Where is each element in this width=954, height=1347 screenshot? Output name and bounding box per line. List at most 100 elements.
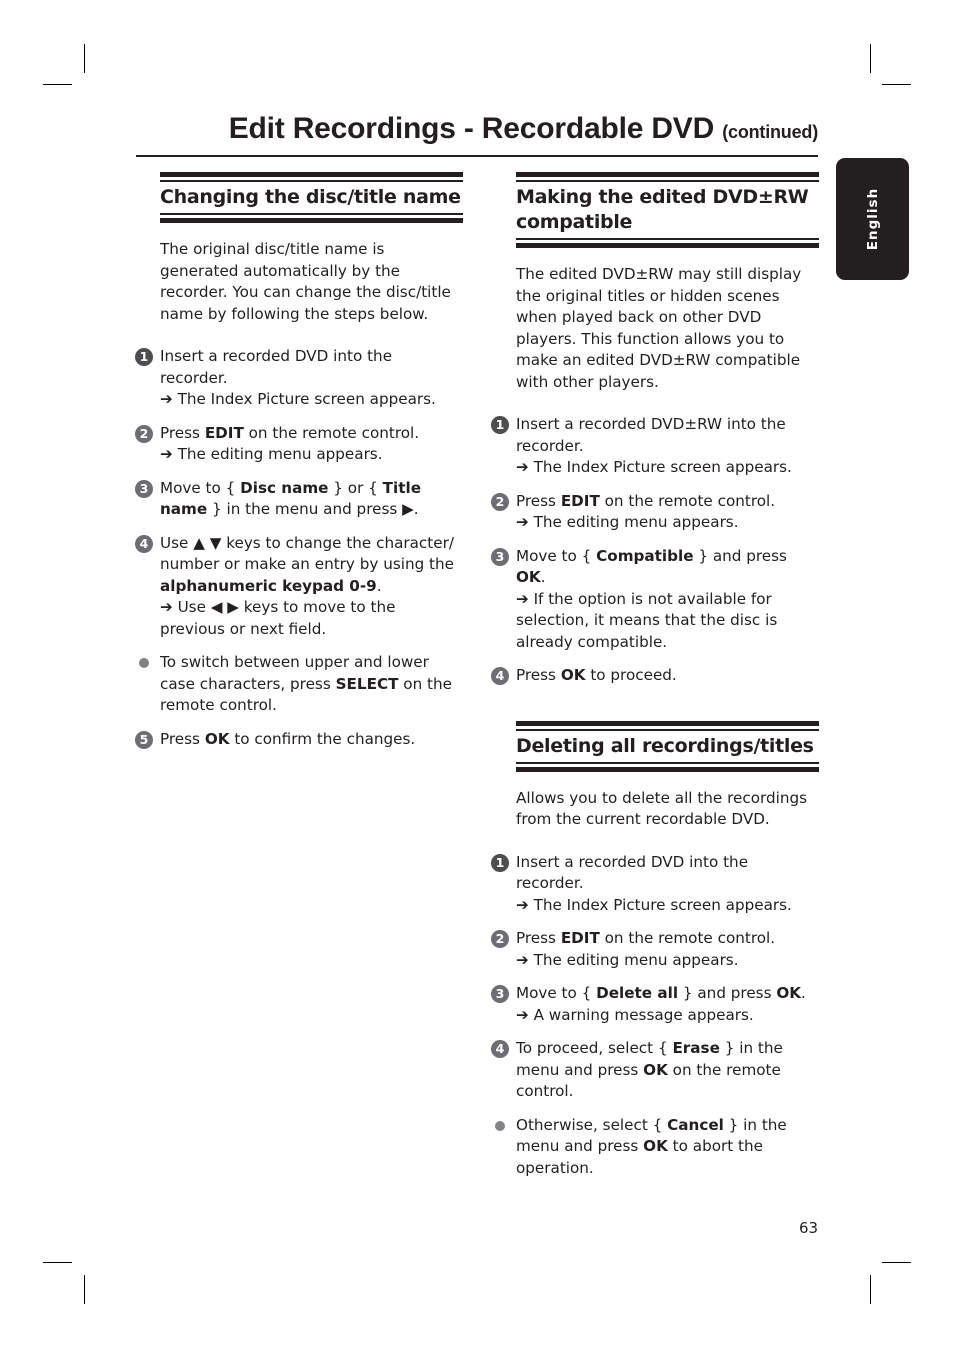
step-text-run: . bbox=[801, 984, 806, 1002]
section-rule-bottom bbox=[160, 218, 463, 223]
step-number-icon: 4 bbox=[135, 534, 153, 553]
section-rule-bottom bbox=[516, 243, 819, 248]
step-keyword: Delete all bbox=[596, 984, 679, 1002]
step-item: 1 Insert a recorded DVD into the recorder… bbox=[135, 346, 463, 411]
section-rule-top bbox=[516, 720, 819, 726]
left-column: Changing the disc/title name The original… bbox=[135, 172, 463, 751]
title-divider bbox=[136, 155, 818, 157]
step-item: 4 Use ▲ ▼ keys to change the character/ n… bbox=[135, 533, 463, 641]
step-text-run: on the remote control. bbox=[599, 929, 776, 947]
section-title: Deleting all recordings/titles bbox=[516, 734, 814, 757]
step-text: Press EDIT on the remote control. bbox=[516, 929, 775, 947]
step-result-text: The editing menu appears. bbox=[533, 513, 739, 531]
page-title: Edit Recordings - Recordable DVD (contin… bbox=[136, 112, 818, 146]
crop-mark bbox=[84, 44, 85, 73]
step-number-icon: 3 bbox=[491, 547, 509, 566]
step-text-run: Press bbox=[516, 929, 561, 947]
result-arrow-icon: ➔ bbox=[516, 1005, 529, 1024]
bullet-icon bbox=[139, 658, 149, 668]
step-text: Move to { Compatible } and press OK. bbox=[516, 547, 787, 587]
step-text: Insert a recorded DVD±RW into the record… bbox=[516, 415, 786, 455]
bullet-icon bbox=[495, 1120, 505, 1131]
step-keyword: OK bbox=[776, 984, 802, 1002]
language-tab: English bbox=[836, 158, 909, 280]
step-result: ➔ The Index Picture screen appears. bbox=[516, 895, 819, 917]
step-item: 1 Insert a recorded DVD±RW into the recor… bbox=[491, 414, 819, 479]
step-result: ➔ If the option is not available for sel… bbox=[516, 589, 819, 654]
step-text-run: Move to { bbox=[516, 984, 597, 1002]
section-rule-top bbox=[160, 172, 463, 177]
step-text: Otherwise, select { Cancel } in the menu… bbox=[516, 1116, 787, 1177]
step-keyword: EDIT bbox=[560, 929, 600, 947]
step-item: 3 Move to { Compatible } and press OK. ➔ I… bbox=[491, 546, 819, 654]
step-keyword: OK bbox=[560, 666, 586, 684]
section-title: Changing the disc/title name bbox=[160, 186, 461, 208]
result-arrow-icon: ➔ bbox=[516, 513, 529, 531]
section-header: Deleting all recordings/titles bbox=[516, 720, 819, 772]
crop-mark bbox=[84, 1275, 85, 1304]
section: Making the edited DVD±RW compatible The e… bbox=[491, 172, 819, 687]
step-keyword: alphanumeric keypad 0-9 bbox=[160, 576, 377, 595]
step-text-run: on the remote control. bbox=[599, 491, 776, 510]
result-arrow-icon: ➔ bbox=[516, 589, 529, 608]
step-result: ➔ The Index Picture screen appears. bbox=[160, 389, 463, 411]
page-title-suffix: (continued) bbox=[722, 122, 818, 142]
step-item: 2 Press EDIT on the remote control. ➔ The … bbox=[491, 491, 819, 534]
section-rule-bottom-thin bbox=[160, 213, 463, 215]
section-rule-bottom bbox=[516, 766, 819, 772]
step-keyword: EDIT bbox=[204, 423, 244, 442]
step-number-icon: 4 bbox=[491, 667, 509, 685]
section-rule-top bbox=[516, 172, 819, 177]
result-arrow-icon: ➔ bbox=[516, 895, 529, 914]
bullet-note: Otherwise, select { Cancel } in the menu… bbox=[495, 1115, 819, 1180]
section-header: Changing the disc/title name bbox=[160, 172, 463, 223]
step-text-run: to confirm the changes. bbox=[229, 729, 416, 748]
step-text: Move to { Disc name } or { Title name } … bbox=[160, 479, 421, 519]
step-text-run: Insert a recorded DVD into the recorder. bbox=[516, 852, 749, 893]
section-rule-bottom-thin bbox=[516, 238, 819, 240]
step-item: 4 To proceed, select { Erase } in the men… bbox=[491, 1038, 819, 1103]
step-text-run: Insert a recorded DVD±RW into the record… bbox=[516, 415, 786, 455]
step-text: Press EDIT on the remote control. bbox=[516, 492, 775, 510]
step-result: ➔ The editing menu appears. bbox=[516, 950, 819, 972]
step-text-run: . bbox=[540, 568, 546, 586]
step-result: ➔ Use ◀ ▶ keys to move to the previous o… bbox=[160, 597, 463, 640]
step-item: 5 Press OK to confirm the changes. bbox=[135, 729, 463, 751]
step-number-icon: 2 bbox=[491, 930, 509, 948]
section: Deleting all recordings/titles Allows you… bbox=[491, 720, 819, 1180]
step-text-run: Press bbox=[516, 666, 561, 684]
crop-mark bbox=[870, 1275, 871, 1304]
step-result-text: If the option is not available for selec… bbox=[516, 589, 778, 651]
bullet-note: To switch between upper and lower case c… bbox=[139, 652, 463, 717]
step-keyword: OK bbox=[643, 1060, 668, 1079]
step-result: ➔ The Index Picture screen appears. bbox=[516, 457, 819, 479]
step-item: 4 Press OK to proceed. bbox=[491, 665, 819, 687]
section-intro: Allows you to delete all the recordings … bbox=[516, 788, 808, 829]
step-text-run: } and press bbox=[678, 984, 777, 1002]
right-column: Making the edited DVD±RW compatible The e… bbox=[491, 172, 819, 1180]
crop-mark bbox=[870, 44, 871, 73]
step-result: ➔ A warning message appears. bbox=[516, 1005, 819, 1027]
step-number-icon: 1 bbox=[491, 416, 509, 434]
step-item: 2 Press EDIT on the remote control. ➔ The … bbox=[491, 928, 819, 972]
step-result-text: The editing menu appears. bbox=[533, 950, 739, 969]
step-number-icon: 4 bbox=[491, 1040, 509, 1058]
section-intro: The edited DVD±RW may still display the … bbox=[516, 265, 802, 391]
result-arrow-icon: ➔ bbox=[516, 950, 529, 969]
language-tab-label: English bbox=[864, 187, 881, 251]
step-item: 3 Move to { Disc name } or { Title name }… bbox=[135, 478, 463, 521]
step-result: ➔ The editing menu appears. bbox=[516, 512, 819, 534]
step-text-run: Press bbox=[160, 423, 205, 442]
crop-mark bbox=[882, 1262, 911, 1263]
step-text-run: Press bbox=[160, 729, 205, 748]
step-number-icon: 2 bbox=[135, 424, 153, 443]
step-text-run: on the remote control. bbox=[243, 423, 420, 442]
step-result-text: Use ◀ ▶ keys to move to the previous or … bbox=[160, 598, 396, 638]
page-number: 63 bbox=[799, 1219, 819, 1237]
result-arrow-icon: ➔ bbox=[516, 458, 529, 476]
section-header: Making the edited DVD±RW compatible bbox=[516, 172, 819, 248]
step-result-text: The editing menu appears. bbox=[177, 445, 383, 463]
section-title: Making the edited DVD±RW compatible bbox=[516, 186, 809, 233]
step-text: Press EDIT on the remote control. bbox=[160, 424, 419, 442]
step-keyword: EDIT bbox=[560, 491, 600, 510]
